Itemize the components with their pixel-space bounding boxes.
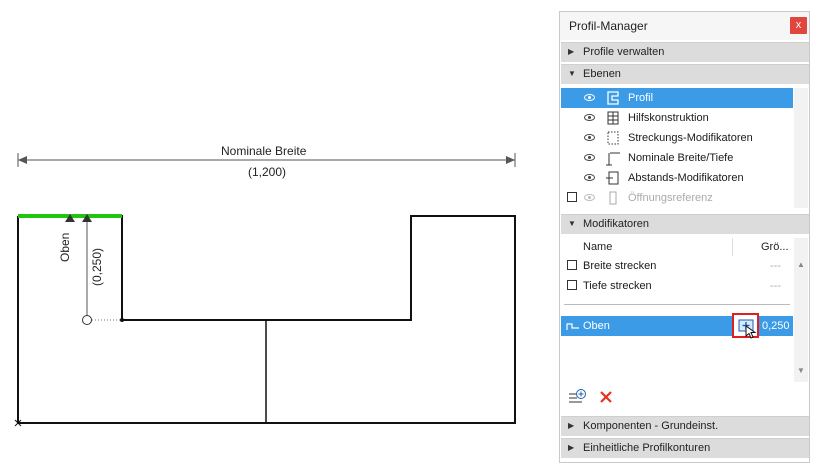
layer-item-oeffnungsreferenz[interactable]: Öffnungsreferenz [561, 188, 793, 208]
offset-modifier-icon [606, 171, 619, 185]
section-label: Profile verwalten [583, 46, 665, 58]
offset-modifier-icon [566, 323, 579, 330]
profile-shape-icon [607, 91, 619, 105]
stretch-modifier-icon [607, 131, 619, 145]
modifier-separator [564, 304, 790, 305]
section-ebenen[interactable]: ▼ Ebenen [561, 64, 809, 84]
column-divider [732, 238, 733, 256]
profile-manager-panel: Profil-Manager x ▶ Profile verwalten ▼ E… [559, 11, 810, 463]
layer-item-abstands-modifikatoren[interactable]: Abstands-Modifikatoren [561, 168, 793, 188]
close-button[interactable]: x [790, 17, 807, 34]
edit-offset-button[interactable] [732, 313, 759, 339]
scroll-up-icon[interactable]: ▲ [797, 260, 805, 269]
section-modifikatoren[interactable]: ▼ Modifikatoren [561, 214, 809, 234]
section-label: Ebenen [583, 68, 621, 80]
section-profile-verwalten[interactable]: ▶ Profile verwalten [561, 42, 809, 62]
drawing-canvas[interactable]: Nominale Breite (1,200) Oben (0,250) [0, 0, 555, 469]
visibility-checkbox[interactable] [567, 192, 577, 202]
layer-label: Abstands-Modifikatoren [628, 172, 744, 184]
modifier-checkbox[interactable] [567, 280, 577, 290]
layer-item-nominale-breite-tiefe[interactable]: Nominale Breite/Tiefe [561, 148, 793, 168]
expand-arrow-icon: ▶ [568, 421, 575, 430]
dimension-label: Nominale Breite [221, 144, 307, 158]
offset-handle [82, 315, 92, 325]
eye-icon[interactable] [584, 174, 595, 181]
layer-item-hilfskonstruktion[interactable]: Hilfskonstruktion [561, 108, 793, 128]
layer-label: Profil [628, 92, 654, 104]
modifier-value: --- [770, 280, 781, 292]
collapse-arrow-icon: ▼ [568, 69, 576, 78]
offset-label: Oben [58, 232, 72, 262]
layer-label: Öffnungsreferenz [628, 192, 713, 204]
offset-modifier-value[interactable]: 0,250 [762, 320, 790, 332]
nominal-dimension-icon [606, 152, 620, 166]
modifier-value: --- [770, 260, 781, 272]
offset-modifier-label: Oben [583, 320, 610, 332]
dimension-arrow-right [506, 156, 515, 164]
column-header-name[interactable]: Name [583, 241, 612, 253]
layer-label: Hilfskonstruktion [628, 112, 709, 124]
eye-icon[interactable] [584, 114, 595, 121]
mouse-cursor-icon [745, 325, 757, 339]
eye-icon[interactable] [584, 134, 595, 141]
modifiers-scrollbar[interactable]: ▲ ▼ [794, 238, 808, 382]
modifier-row-breite[interactable]: Breite strecken --- [561, 256, 793, 276]
modifier-checkbox[interactable] [567, 260, 577, 270]
panel-titlebar[interactable]: Profil-Manager x [560, 12, 809, 40]
section-label: Modifikatoren [583, 218, 650, 230]
profile-vertex [120, 318, 124, 322]
section-label: Komponenten - Grundeinst. [583, 420, 719, 432]
column-header-size[interactable]: Grö... [761, 241, 789, 253]
dimension-arrow-left [18, 156, 27, 164]
panel-title: Profil-Manager [569, 19, 648, 33]
layer-label: Streckungs-Modifikatoren [628, 132, 753, 144]
collapse-arrow-icon: ▼ [568, 219, 576, 228]
eye-icon[interactable] [584, 194, 595, 201]
delete-modifier-button[interactable] [599, 390, 613, 404]
modifier-label: Breite strecken [583, 260, 657, 272]
eye-icon[interactable] [584, 94, 595, 101]
scroll-down-icon[interactable]: ▼ [797, 366, 805, 375]
modifier-row-tiefe[interactable]: Tiefe strecken --- [561, 276, 793, 296]
layer-label: Nominale Breite/Tiefe [628, 152, 734, 164]
layers-scrollbar[interactable] [794, 88, 808, 208]
layer-item-streckungs-modifikatoren[interactable]: Streckungs-Modifikatoren [561, 128, 793, 148]
opening-reference-icon [609, 191, 617, 205]
offset-value: (0,250) [90, 247, 104, 286]
eye-icon[interactable] [584, 154, 595, 161]
profile-drawing [14, 153, 516, 427]
grid-construction-icon [607, 111, 619, 125]
section-einheitliche[interactable]: ▶ Einheitliche Profilkonturen [561, 438, 809, 458]
dimension-value: (1,200) [248, 165, 287, 179]
expand-arrow-icon: ▶ [568, 443, 575, 452]
modifier-label: Tiefe strecken [583, 280, 652, 292]
expand-arrow-icon: ▶ [568, 47, 575, 56]
add-modifier-button[interactable] [568, 388, 586, 406]
section-label: Einheitliche Profilkonturen [583, 442, 711, 454]
section-komponenten[interactable]: ▶ Komponenten - Grundeinst. [561, 416, 809, 436]
layer-item-profil[interactable]: Profil [561, 88, 793, 108]
